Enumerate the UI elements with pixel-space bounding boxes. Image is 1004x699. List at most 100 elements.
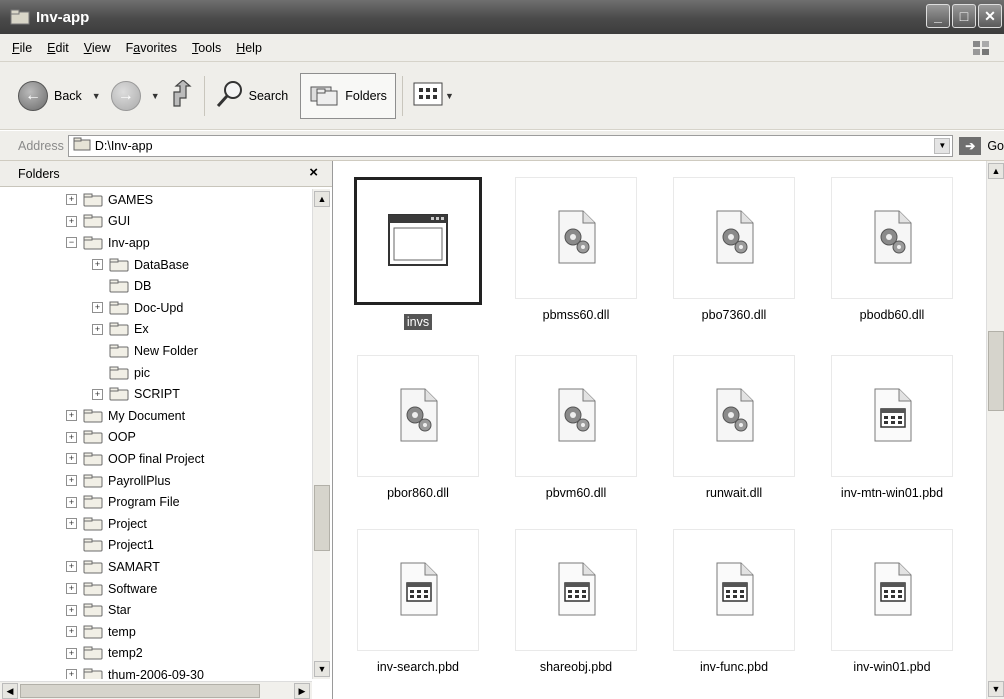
file-thumbnail[interactable]: [831, 355, 953, 477]
expand-icon[interactable]: +: [92, 259, 103, 271]
file-item[interactable]: pbor860.dll: [338, 355, 498, 500]
expand-icon[interactable]: +: [66, 669, 77, 679]
menu-file[interactable]: File: [12, 41, 32, 55]
file-thumbnail[interactable]: [831, 529, 953, 651]
file-item[interactable]: pbo7360.dll: [654, 177, 814, 322]
expand-icon[interactable]: +: [66, 583, 77, 595]
tree-item[interactable]: + OOP final Project: [66, 448, 204, 470]
folders-button[interactable]: Folders: [300, 72, 396, 119]
tree-item[interactable]: + GAMES: [66, 189, 153, 211]
search-button[interactable]: Search: [211, 76, 293, 116]
menu-tools[interactable]: Tools: [192, 41, 221, 55]
menu-edit[interactable]: Edit: [47, 41, 69, 55]
close-button[interactable]: ✕: [978, 4, 1002, 28]
expand-icon[interactable]: +: [66, 626, 77, 638]
tree-item[interactable]: + GUI: [66, 211, 130, 233]
tree-item[interactable]: + PayrollPlus: [66, 470, 171, 492]
collapse-icon[interactable]: −: [66, 237, 77, 249]
scrollbar-thumb[interactable]: [314, 485, 330, 551]
scrollbar-thumb[interactable]: [20, 684, 260, 698]
scroll-up-icon[interactable]: ▲: [988, 163, 1004, 179]
minimize-button[interactable]: _: [926, 4, 950, 28]
expand-icon[interactable]: +: [66, 604, 77, 616]
maximize-button[interactable]: □: [952, 4, 976, 28]
address-field[interactable]: D:\Inv-app ▼: [67, 134, 954, 157]
menu-favorites[interactable]: Favorites: [126, 41, 177, 55]
file-item[interactable]: invs: [338, 177, 498, 330]
forward-button[interactable]: →: [107, 76, 145, 116]
file-item[interactable]: shareobj.pbd: [496, 529, 656, 674]
expand-icon[interactable]: +: [66, 431, 77, 443]
file-item[interactable]: inv-win01.pbd: [812, 529, 972, 674]
scrollbar-thumb[interactable]: [988, 331, 1004, 411]
folder-tree-vertical-scrollbar[interactable]: ▲ ▼: [312, 189, 330, 679]
expand-icon[interactable]: +: [66, 410, 77, 422]
menu-view[interactable]: View: [84, 41, 111, 55]
tree-item[interactable]: + Program File: [66, 491, 180, 513]
tree-item[interactable]: + temp2: [66, 643, 143, 665]
file-thumbnail[interactable]: [515, 355, 637, 477]
file-thumbnail[interactable]: [673, 177, 795, 299]
file-thumbnail[interactable]: [357, 529, 479, 651]
tree-item[interactable]: + SAMART: [66, 556, 160, 578]
title-bar[interactable]: Inv-app _ □ ✕: [0, 0, 1004, 34]
scroll-right-icon[interactable]: ▶: [294, 683, 310, 699]
scroll-down-icon[interactable]: ▼: [314, 661, 330, 677]
tree-item[interactable]: + SCRIPT: [92, 383, 180, 405]
tree-item[interactable]: + Ex: [92, 319, 149, 341]
tree-item[interactable]: + thum-2006-09-30: [66, 664, 204, 679]
tree-item[interactable]: DB: [92, 275, 151, 297]
file-thumbnail[interactable]: [831, 177, 953, 299]
address-dropdown-button[interactable]: ▼: [934, 137, 951, 154]
expand-icon[interactable]: +: [66, 194, 77, 206]
file-thumbnail[interactable]: [354, 177, 482, 305]
file-item[interactable]: runwait.dll: [654, 355, 814, 500]
file-thumbnail[interactable]: [515, 177, 637, 299]
expand-icon[interactable]: +: [66, 518, 77, 530]
file-thumbnail[interactable]: [357, 355, 479, 477]
expand-icon[interactable]: +: [66, 453, 77, 465]
back-button[interactable]: ← Back: [14, 76, 86, 116]
back-history-dropdown[interactable]: ▼: [92, 91, 101, 101]
file-item[interactable]: pbmss60.dll: [496, 177, 656, 322]
files-vertical-scrollbar[interactable]: ▲ ▼: [986, 161, 1004, 699]
expand-icon[interactable]: +: [92, 302, 103, 314]
file-item[interactable]: pbvm60.dll: [496, 355, 656, 500]
file-thumbnail[interactable]: [673, 529, 795, 651]
tree-item[interactable]: + OOP: [66, 427, 136, 449]
expand-icon[interactable]: +: [92, 323, 103, 335]
tree-item[interactable]: + Project: [66, 513, 147, 535]
views-button[interactable]: ▼: [409, 76, 464, 116]
tree-item[interactable]: + Doc-Upd: [92, 297, 183, 319]
tree-item[interactable]: + Software: [66, 578, 157, 600]
file-item[interactable]: inv-search.pbd: [338, 529, 498, 674]
expand-icon[interactable]: +: [66, 475, 77, 487]
tree-item[interactable]: New Folder: [92, 340, 198, 362]
up-folder-button[interactable]: [166, 76, 198, 116]
address-value[interactable]: D:\Inv-app: [95, 139, 153, 153]
menu-help[interactable]: Help: [236, 41, 262, 55]
scroll-up-icon[interactable]: ▲: [314, 191, 330, 207]
expand-icon[interactable]: +: [92, 388, 103, 400]
file-thumbnail[interactable]: [515, 529, 637, 651]
tree-item[interactable]: Project1: [66, 535, 154, 557]
tree-item[interactable]: + temp: [66, 621, 136, 643]
file-thumbnail[interactable]: [673, 355, 795, 477]
expand-icon[interactable]: +: [66, 496, 77, 508]
scroll-left-icon[interactable]: ◀: [2, 683, 18, 699]
expand-icon[interactable]: +: [66, 561, 77, 573]
forward-history-dropdown[interactable]: ▼: [151, 91, 160, 101]
close-pane-icon[interactable]: ×: [309, 164, 318, 181]
file-item[interactable]: pbodb60.dll: [812, 177, 972, 322]
file-item[interactable]: inv-mtn-win01.pbd: [812, 355, 972, 500]
scroll-down-icon[interactable]: ▼: [988, 681, 1004, 697]
folder-tree-horizontal-scrollbar[interactable]: ◀ ▶: [0, 681, 312, 699]
file-item[interactable]: inv-func.pbd: [654, 529, 814, 674]
tree-item[interactable]: + DataBase: [92, 254, 189, 276]
expand-icon[interactable]: +: [66, 215, 77, 227]
tree-item[interactable]: + My Document: [66, 405, 185, 427]
go-button[interactable]: ➔ Go: [959, 136, 1004, 155]
tree-item[interactable]: pic: [92, 362, 150, 384]
tree-item[interactable]: − Inv-app: [66, 232, 150, 254]
expand-icon[interactable]: +: [66, 647, 77, 659]
